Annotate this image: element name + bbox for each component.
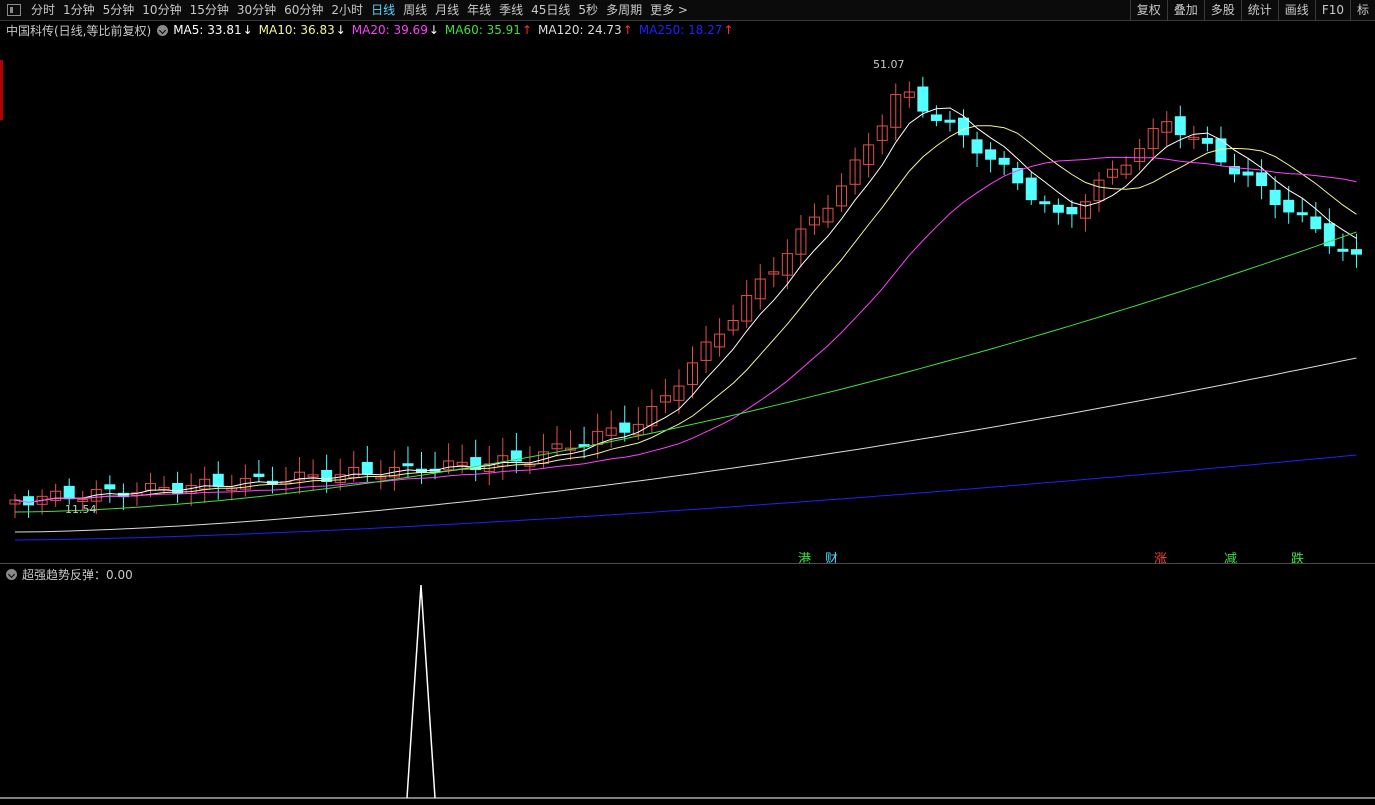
low-price-label: 11.54 (65, 503, 97, 516)
candle-body (253, 473, 265, 477)
candle-body (1296, 212, 1308, 216)
event-tag-rise[interactable]: 涨 (1154, 548, 1167, 567)
ma20-line (14, 156, 1357, 503)
candle-body (1174, 116, 1186, 136)
candle-body (944, 119, 956, 123)
candle-body (917, 86, 929, 112)
candle-body (361, 461, 373, 475)
indicator-spike (406, 584, 436, 799)
candle-body (1310, 216, 1322, 230)
high-price-label: 51.07 (873, 58, 905, 71)
candle-body (63, 485, 75, 500)
candle-body (402, 463, 414, 467)
panel-divider[interactable] (0, 563, 1375, 564)
event-tag-hk[interactable]: 港 (798, 548, 811, 567)
candle-body (958, 117, 969, 136)
candle-body (1256, 172, 1268, 187)
candle-body (1052, 204, 1064, 213)
event-tag-reduce[interactable]: 减 (1224, 548, 1237, 567)
ma250-line (14, 454, 1357, 541)
candle-body (1269, 189, 1281, 206)
indicator-legend: 超强趋势反弹：0.00 (0, 566, 133, 582)
candle-body (104, 484, 116, 490)
candle-body (971, 139, 983, 154)
candle-body (1283, 199, 1295, 213)
candle-body (619, 422, 631, 433)
ma10-line (14, 125, 1357, 503)
candle-body (1350, 249, 1362, 255)
event-tag-finance[interactable]: 财 (825, 548, 838, 567)
high-price-value: 51.07 (873, 58, 905, 71)
candle-body (1039, 201, 1051, 205)
candle-body (470, 457, 482, 471)
candle-body (1242, 171, 1254, 176)
indicator-dropdown-icon-2[interactable] (6, 568, 17, 580)
candle-body (930, 114, 942, 121)
ma60-line (14, 231, 1357, 513)
kline-chart[interactable] (0, 0, 1375, 805)
candle-body (23, 496, 35, 506)
candle-body (212, 473, 224, 487)
candle-body (1066, 206, 1078, 215)
candle-body (1337, 248, 1349, 252)
candle-body (1201, 137, 1213, 144)
ma120-line (14, 357, 1357, 533)
candle-body (985, 149, 997, 160)
event-tag-fall[interactable]: 跌 (1291, 548, 1304, 567)
ma5-line (14, 107, 1357, 503)
indicator-label: 超强趋势反弹：0.00 (22, 567, 133, 582)
low-price-value: 11.54 (65, 503, 97, 516)
candle-body (998, 157, 1010, 165)
candle-body (1025, 177, 1037, 201)
